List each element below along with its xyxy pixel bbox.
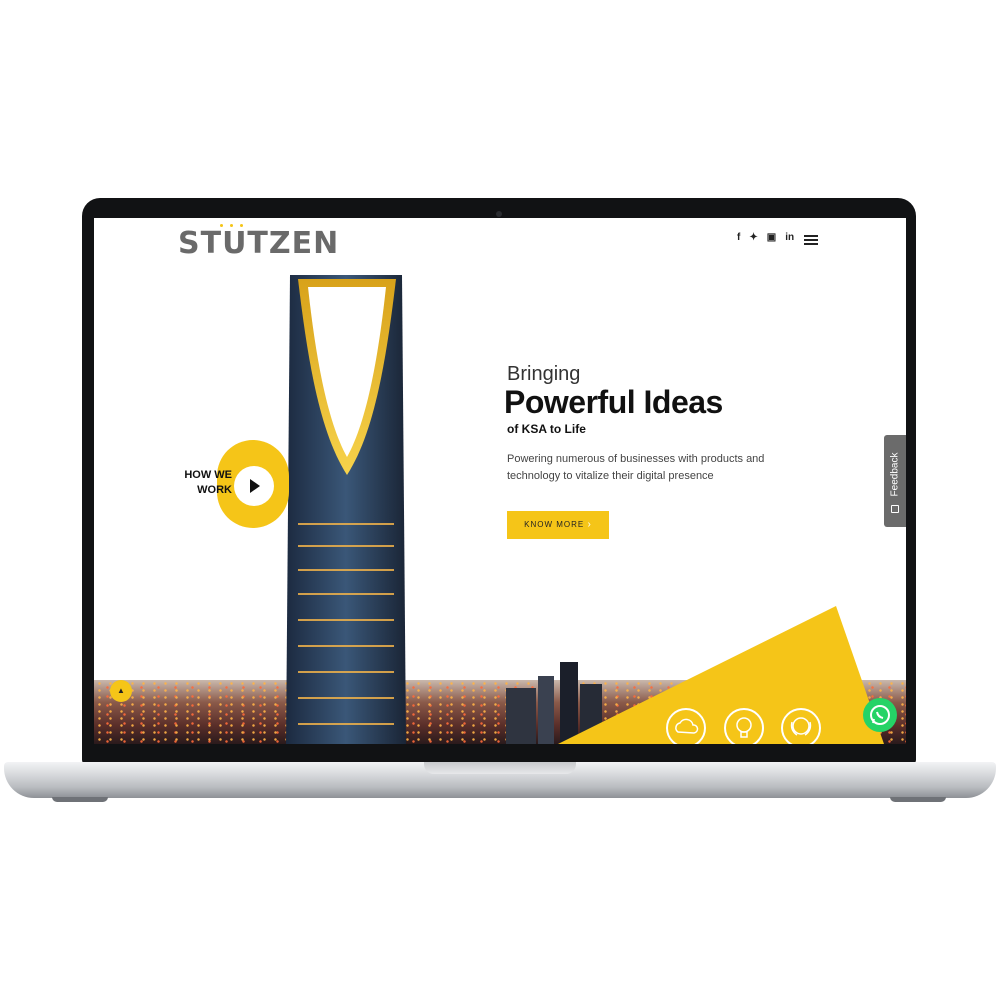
award-glyph [790, 717, 812, 736]
how-we-work-label[interactable]: HOW WE WORK [182, 468, 232, 498]
feedback-label: Feedback [889, 452, 901, 497]
menu-icon[interactable] [804, 235, 818, 246]
know-more-button[interactable]: KNOW MORE › [507, 511, 609, 539]
logo-dots [220, 224, 244, 228]
whatsapp-icon [870, 705, 890, 725]
feedback-tab[interactable]: Feedback [884, 435, 906, 527]
device-mockup: STUTZEN f ✦ ▣ in HOW WE WORK Bringing Po… [0, 0, 1000, 1000]
linkedin-icon[interactable]: in [785, 233, 794, 243]
feedback-icon [891, 505, 899, 513]
cloud-icon [666, 708, 706, 744]
hero-subheadline: of KSA to Life [507, 422, 586, 436]
how-we-work-line2: WORK [197, 484, 232, 496]
chevron-right-icon: › [587, 519, 592, 530]
scroll-top-button[interactable]: ▲ [110, 680, 132, 702]
lightbulb-glyph [736, 717, 752, 738]
hero-description: Powering numerous of businesses with pro… [507, 453, 765, 482]
cloud-glyph [675, 718, 699, 734]
how-we-work-line1: HOW WE [184, 469, 232, 481]
whatsapp-button[interactable] [863, 698, 897, 732]
laptop-foot [52, 797, 108, 802]
play-button[interactable] [234, 466, 274, 506]
know-more-label: KNOW MORE [524, 520, 585, 529]
kingdom-tower-image [286, 275, 406, 744]
play-icon [250, 479, 260, 493]
arrow-up-icon: ▲ [117, 686, 125, 695]
website-screen: STUTZEN f ✦ ▣ in HOW WE WORK Bringing Po… [94, 218, 906, 744]
social-links: f ✦ ▣ in [737, 233, 794, 243]
facebook-icon[interactable]: f [737, 233, 740, 243]
camera [496, 211, 502, 217]
laptop-foot [890, 797, 946, 802]
laptop-notch [424, 762, 576, 774]
award-icon [781, 708, 821, 744]
hero-intro: Bringing [507, 363, 581, 385]
instagram-icon[interactable]: ▣ [767, 233, 776, 243]
lightbulb-icon [724, 708, 764, 744]
hero-headline: Powerful Ideas [504, 384, 723, 420]
twitter-icon[interactable]: ✦ [749, 233, 757, 243]
site-logo[interactable]: STUTZEN [178, 226, 339, 261]
